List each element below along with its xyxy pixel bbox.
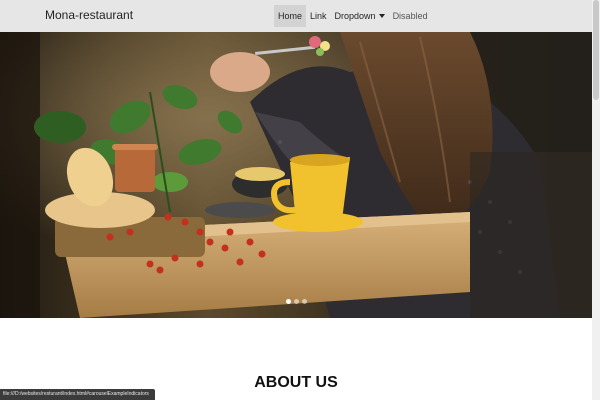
top-navbar: Mona-restaurant Home Link Dropdown Disab… bbox=[0, 0, 592, 32]
caret-down-icon bbox=[378, 14, 385, 18]
status-bar-url: file:///D:/websites/resturant/index.html… bbox=[0, 389, 155, 400]
carousel-slide-image bbox=[0, 32, 592, 318]
nav-menu: Home Link Dropdown Disabled bbox=[274, 5, 432, 27]
dropdown-label: Dropdown bbox=[334, 11, 376, 21]
scrollbar-thumb[interactable] bbox=[593, 0, 599, 100]
carousel-indicators bbox=[0, 299, 592, 304]
carousel-indicator-3[interactable] bbox=[301, 299, 307, 304]
nav-item-home[interactable]: Home bbox=[274, 5, 307, 27]
carousel-indicator-1[interactable] bbox=[285, 299, 291, 304]
page-scrollbar[interactable] bbox=[592, 0, 600, 400]
brand-logo-text[interactable]: Mona-restaurant bbox=[45, 8, 133, 22]
nav-item-disabled: Disabled bbox=[392, 11, 428, 21]
nav-item-dropdown[interactable]: Dropdown bbox=[331, 5, 389, 27]
nav-item-link[interactable]: Link bbox=[306, 5, 331, 27]
hero-carousel[interactable] bbox=[0, 32, 592, 318]
carousel-indicator-2[interactable] bbox=[293, 299, 299, 304]
